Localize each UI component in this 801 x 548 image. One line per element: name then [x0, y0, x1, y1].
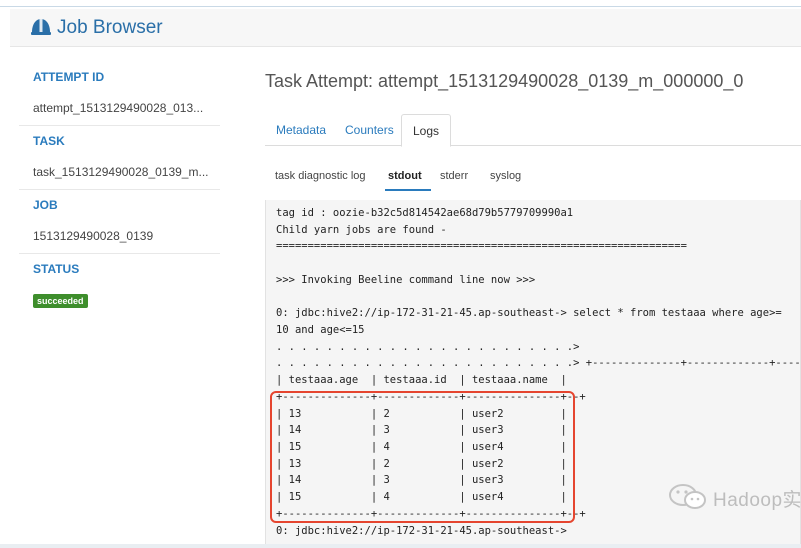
job-value[interactable]: 1513129490028_0139 — [33, 229, 220, 243]
log-line: Child yarn jobs are found - — [276, 224, 447, 236]
job-label: JOB — [33, 198, 58, 212]
top-border — [0, 6, 801, 7]
task-label: TASK — [33, 134, 65, 148]
tab-logs[interactable]: Logs — [401, 114, 452, 147]
tab-stdout[interactable]: stdout — [388, 170, 422, 182]
divider — [19, 125, 220, 126]
log-line: 10 and age<=15 — [276, 324, 365, 336]
tab-task-diagnostic-log[interactable]: task diagnostic log — [275, 170, 366, 182]
active-tab-indicator — [385, 189, 431, 191]
log-tabs: task diagnostic log stdout stderr syslog — [265, 162, 801, 192]
tab-stderr[interactable]: stderr — [440, 170, 468, 182]
log-line: 0: jdbc:hive2://ip-172-31-21-45.ap-south… — [276, 307, 782, 319]
log-line: . . . . . . . . . . . . . . . . . . . . … — [276, 341, 580, 353]
highlight-box — [270, 391, 575, 523]
tab-counters[interactable]: Counters — [334, 114, 405, 146]
hue-hardhat-icon[interactable] — [30, 16, 52, 38]
attempt-id-value: attempt_1513129490028_013... — [33, 101, 204, 115]
page-title: Task Attempt: attempt_1513129490028_0139… — [265, 71, 744, 91]
app-header: Job Browser — [10, 9, 801, 47]
tab-syslog[interactable]: syslog — [490, 170, 521, 182]
divider — [19, 189, 220, 190]
divider — [19, 253, 220, 254]
log-line: . . . . . . . . . . . . . . . . . . . . … — [276, 357, 801, 369]
log-line: 0: jdbc:hive2://ip-172-31-21-45.ap-south… — [276, 525, 567, 537]
log-line: tag id : oozie-b32c5d814542ae68d79b57797… — [276, 207, 574, 219]
log-line: | testaaa.age | testaaa.id | testaaa.nam… — [276, 374, 567, 386]
attempt-id-label: ATTEMPT ID — [33, 70, 105, 84]
detail-tabs: Metadata Counters Logs — [265, 114, 801, 147]
app-title[interactable]: Job Browser — [57, 17, 163, 39]
wechat-icon — [669, 484, 706, 509]
log-line: >>> Invoking Beeline command line now >>… — [276, 274, 536, 286]
bottom-bar — [0, 544, 801, 548]
tab-metadata[interactable]: Metadata — [265, 114, 337, 146]
status-label: STATUS — [33, 262, 80, 276]
status-badge: succeeded — [33, 294, 88, 308]
task-value[interactable]: task_1513129490028_0139_m... — [33, 165, 220, 179]
watermark-text: Hadoop实 — [713, 490, 801, 511]
log-line: ========================================… — [276, 240, 687, 252]
watermark: Hadoop实 — [668, 483, 801, 513]
